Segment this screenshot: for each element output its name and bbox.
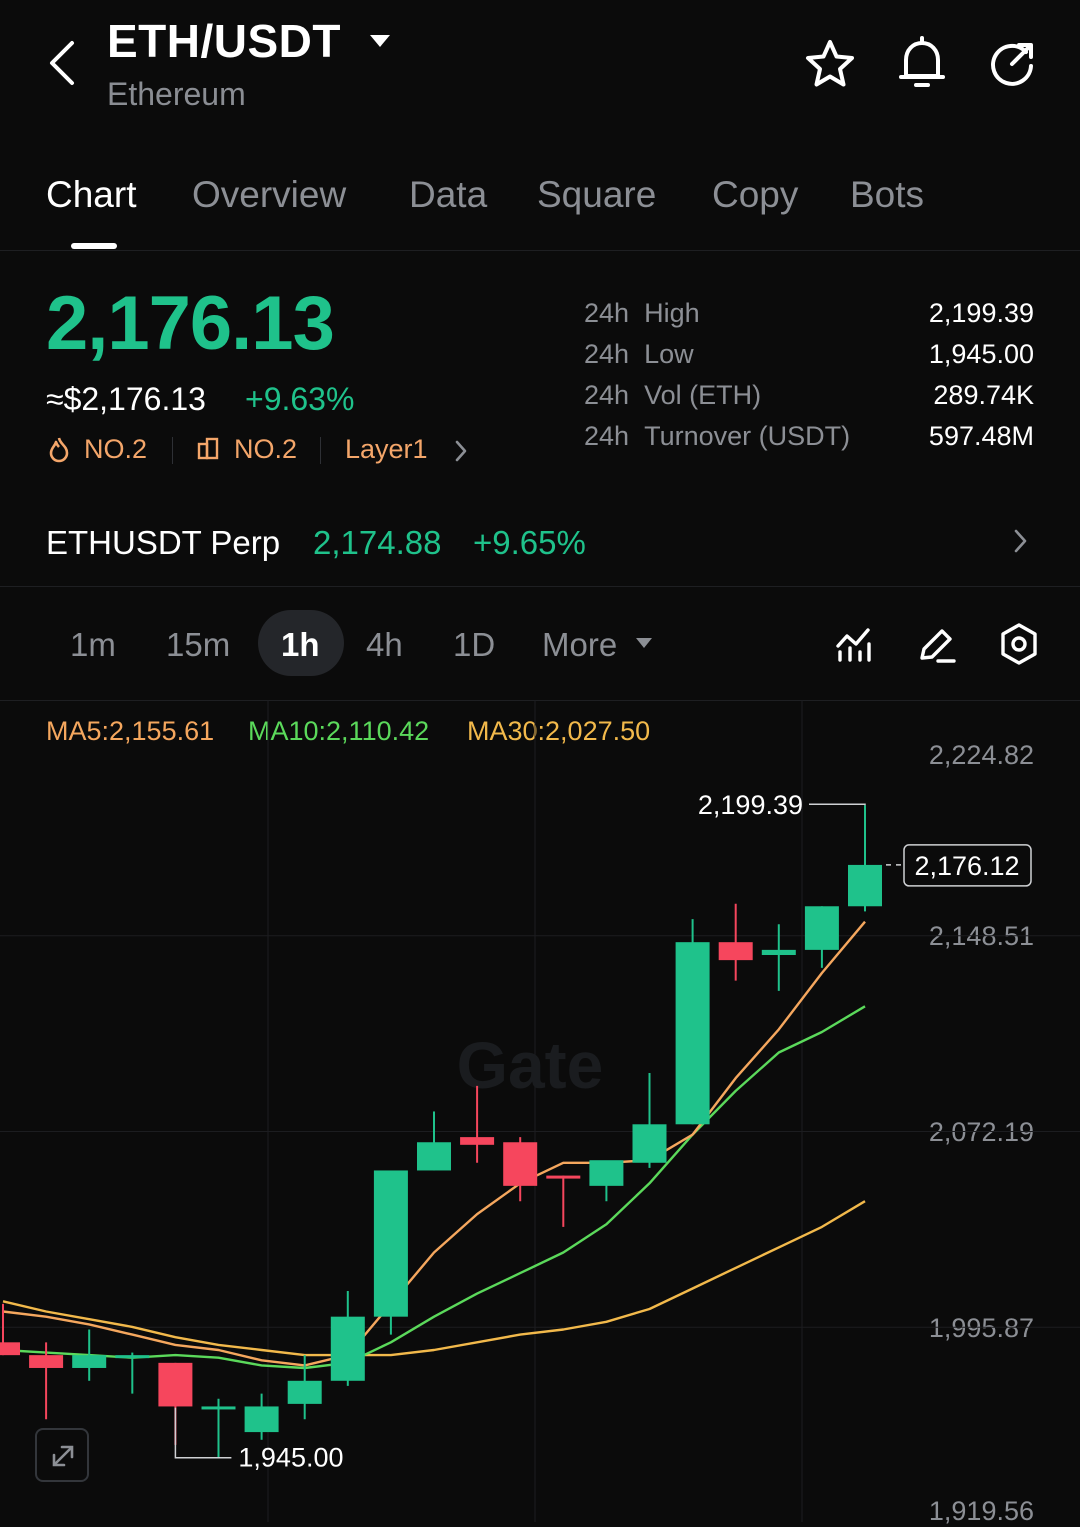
candle-body <box>546 1175 581 1179</box>
candle-body <box>718 942 753 961</box>
interval-1h[interactable]: 1h <box>281 626 320 664</box>
volume-rank-icon <box>197 437 219 460</box>
tab-bots[interactable]: Bots <box>850 174 924 216</box>
hot-rank[interactable]: NO.2 <box>84 434 147 465</box>
tab-data[interactable]: Data <box>409 174 487 216</box>
expand-icon <box>52 1445 74 1467</box>
interval-1d[interactable]: 1D <box>453 626 495 664</box>
current-price-label: 2,176.12 <box>914 851 1019 881</box>
pencil-icon[interactable] <box>916 624 958 664</box>
interval-more[interactable]: More <box>542 626 617 664</box>
caret-down-icon[interactable] <box>634 636 654 650</box>
tab-chart[interactable]: Chart <box>46 174 136 216</box>
low-price-label: 1,945.00 <box>238 1443 343 1473</box>
candle-body <box>158 1362 193 1407</box>
last-price: 2,176.13 <box>46 281 335 366</box>
stat-label-low: 24h Low <box>584 339 694 369</box>
candle-body <box>29 1355 64 1368</box>
active-tab-indicator <box>71 243 117 249</box>
perp-price: 2,174.88 <box>313 524 442 561</box>
volume-rank[interactable]: NO.2 <box>234 434 297 465</box>
candle-body <box>632 1124 667 1163</box>
main-tabs: Chart Overview Data Square Copy Bots <box>0 150 1080 251</box>
tab-copy[interactable]: Copy <box>712 174 798 216</box>
candle-body <box>115 1355 150 1359</box>
chevron-right-icon[interactable] <box>1010 526 1030 556</box>
price-change: +9.63% <box>245 381 355 417</box>
stat-value-turnover: 597.48M <box>928 421 1034 451</box>
high-marker-line <box>809 803 866 806</box>
pair-title[interactable]: ETH/USDT <box>107 14 341 68</box>
perp-link-row[interactable]: ETHUSDT Perp 2,174.88 +9.65% <box>0 500 1080 587</box>
back-icon[interactable] <box>44 38 80 88</box>
candle-body <box>761 949 796 956</box>
stat-value-low: 1,945.00 <box>928 339 1034 369</box>
candle-body <box>244 1406 279 1433</box>
fullscreen-button[interactable] <box>35 1428 89 1482</box>
candle-body <box>460 1137 495 1145</box>
chevron-right-icon[interactable] <box>452 438 470 464</box>
candle-body <box>417 1142 451 1171</box>
interval-4h[interactable]: 4h <box>366 626 403 664</box>
share-icon[interactable] <box>986 38 1038 90</box>
candlestick-chart[interactable]: Gate 2,199.39 1,945.00 2,176.12 <box>0 700 1080 1522</box>
candle-body <box>330 1316 365 1381</box>
usd-price: ≈$2,176.13 <box>46 381 206 417</box>
candle-body <box>287 1380 322 1404</box>
coin-name: Ethereum <box>107 76 246 112</box>
interval-1m[interactable]: 1m <box>70 626 116 664</box>
stat-value-high: 2,199.39 <box>928 298 1034 328</box>
stat-value-volume: 289.74K <box>933 380 1034 410</box>
watermark: Gate <box>457 1028 604 1102</box>
high-price-label: 2,199.39 <box>698 790 803 820</box>
divider <box>172 437 173 464</box>
interval-15m[interactable]: 15m <box>166 626 230 664</box>
candle-body <box>72 1355 107 1368</box>
candle-body <box>373 1170 408 1317</box>
indicators-icon[interactable] <box>834 624 874 664</box>
settings-icon[interactable] <box>998 622 1040 666</box>
perp-name: ETHUSDT Perp <box>46 524 281 561</box>
bell-icon[interactable] <box>896 36 948 90</box>
tab-overview[interactable]: Overview <box>192 174 346 216</box>
perp-change: +9.65% <box>473 524 586 561</box>
candle-body <box>804 906 839 950</box>
divider <box>320 437 321 464</box>
flame-icon <box>49 437 69 463</box>
candle-body <box>848 864 882 907</box>
candle-body <box>503 1142 538 1186</box>
category-tag[interactable]: Layer1 <box>345 434 428 465</box>
ma30-line <box>2 1200 866 1357</box>
stat-label-high: 24h High <box>584 298 700 328</box>
pair-dropdown-icon[interactable] <box>368 32 392 50</box>
interval-bar: 1m 15m 1h 4h 1D More <box>0 600 1080 701</box>
stat-label-turnover: 24h Turnover (USDT) <box>584 421 851 451</box>
stat-label-volume: 24h Vol (ETH) <box>584 380 762 410</box>
ma10-line <box>2 1005 866 1370</box>
candle-body <box>0 1342 20 1356</box>
low-marker-line <box>174 1407 232 1459</box>
tab-square[interactable]: Square <box>537 174 656 216</box>
star-icon[interactable] <box>804 38 856 90</box>
candle-body <box>589 1160 624 1186</box>
candle-body <box>675 942 710 1125</box>
candle-body <box>201 1406 236 1410</box>
